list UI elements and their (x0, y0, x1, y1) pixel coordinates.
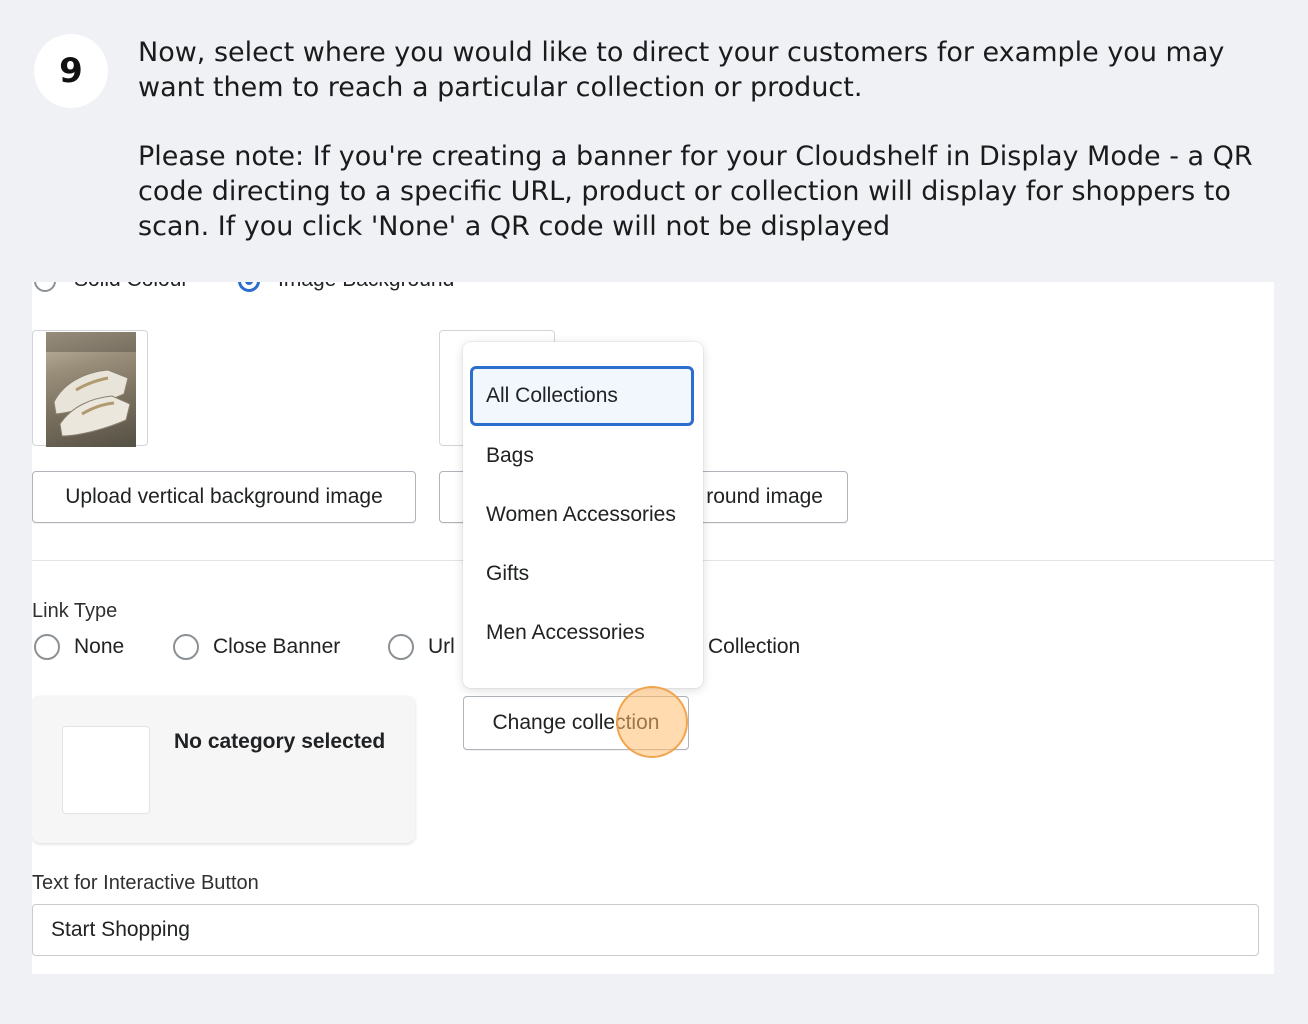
radio-solid-colour[interactable] (34, 282, 56, 292)
click-indicator (616, 686, 688, 758)
link-type-label: Link Type (32, 600, 118, 622)
vertical-image-preview (32, 330, 148, 447)
collection-dropdown: All Collections Bags Women Accessories G… (463, 342, 703, 688)
radio-link-none-label: None (74, 635, 125, 658)
dropdown-option-bags[interactable]: Bags (470, 426, 694, 486)
dropdown-option-women-accessories[interactable]: Women Accessories (470, 485, 694, 545)
radio-image-background[interactable] (238, 282, 260, 292)
radio-link-close-banner-label: Close Banner (213, 635, 341, 658)
selected-collection-card: No category selected (32, 696, 415, 843)
interactive-button-label: Text for Interactive Button (32, 872, 259, 894)
radio-link-collection-label: Collection (708, 635, 801, 658)
screenshot-panel: Solid Colour Image Background Upload ver… (32, 282, 1274, 974)
radio-link-close-banner[interactable] (173, 634, 199, 660)
upload-vertical-background-button[interactable]: Upload vertical background image (32, 471, 416, 523)
interactive-button-text-input[interactable]: Start Shopping (32, 904, 1259, 956)
step-number-badge: 9 (34, 34, 108, 108)
shoe-photo (46, 332, 136, 447)
dropdown-option-men-accessories[interactable]: Men Accessories (470, 603, 694, 663)
instruction-note-text: Please note: If you're creating a banner… (138, 141, 1253, 242)
dropdown-option-gifts[interactable]: Gifts (470, 544, 694, 604)
radio-link-url[interactable] (388, 634, 414, 660)
radio-link-url-label: Url (428, 635, 455, 658)
radio-image-background-label: Image Background (278, 282, 454, 292)
no-category-text: No category selected (174, 730, 386, 753)
instruction-main-text: Now, select where you would like to dire… (138, 37, 1225, 103)
dropdown-option-all-collections[interactable]: All Collections (470, 366, 694, 426)
collection-thumbnail (62, 726, 150, 814)
radio-solid-colour-label: Solid Colour (74, 282, 188, 292)
radio-link-none[interactable] (34, 634, 60, 660)
